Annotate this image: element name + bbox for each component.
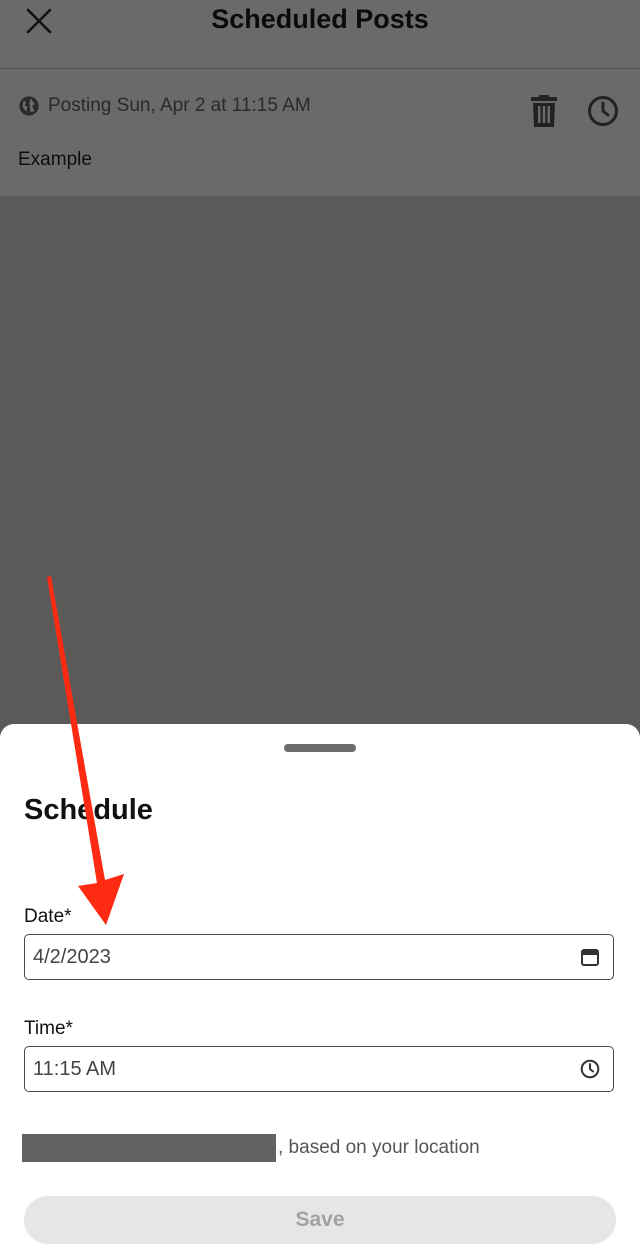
header-bar: Scheduled Posts xyxy=(0,0,640,69)
reschedule-post-button[interactable] xyxy=(587,95,619,127)
timezone-note: , based on your location xyxy=(22,1134,480,1162)
time-label: Time* xyxy=(24,1018,73,1039)
page-title: Scheduled Posts xyxy=(211,4,429,34)
date-field[interactable]: 4/2/2023 xyxy=(24,934,614,980)
time-field[interactable]: 11:15 AM xyxy=(24,1046,614,1092)
globe-icon xyxy=(19,96,39,116)
sheet-title: Schedule xyxy=(24,794,153,826)
date-label: Date* xyxy=(24,906,72,927)
delete-post-button[interactable] xyxy=(528,95,560,127)
trash-icon xyxy=(531,95,557,127)
schedule-bottom-sheet: Schedule Date* 4/2/2023 Time* 11:15 AM ,… xyxy=(0,724,640,1253)
sheet-drag-handle[interactable] xyxy=(284,744,356,752)
scheduled-post-card[interactable]: Posting Sun, Apr 2 at 11:15 AM Example xyxy=(0,69,640,196)
save-button[interactable]: Save xyxy=(24,1196,616,1244)
post-schedule-text: Posting Sun, Apr 2 at 11:15 AM xyxy=(48,95,311,116)
redacted-timezone xyxy=(22,1134,276,1162)
post-content: Example xyxy=(18,149,92,170)
date-value[interactable]: 4/2/2023 xyxy=(33,946,579,969)
calendar-icon[interactable] xyxy=(579,946,601,968)
clock-icon[interactable] xyxy=(579,1058,601,1080)
time-value[interactable]: 11:15 AM xyxy=(33,1058,579,1081)
timezone-suffix: , based on your location xyxy=(278,1137,480,1158)
clock-icon xyxy=(588,96,618,126)
post-meta: Posting Sun, Apr 2 at 11:15 AM xyxy=(18,95,311,117)
